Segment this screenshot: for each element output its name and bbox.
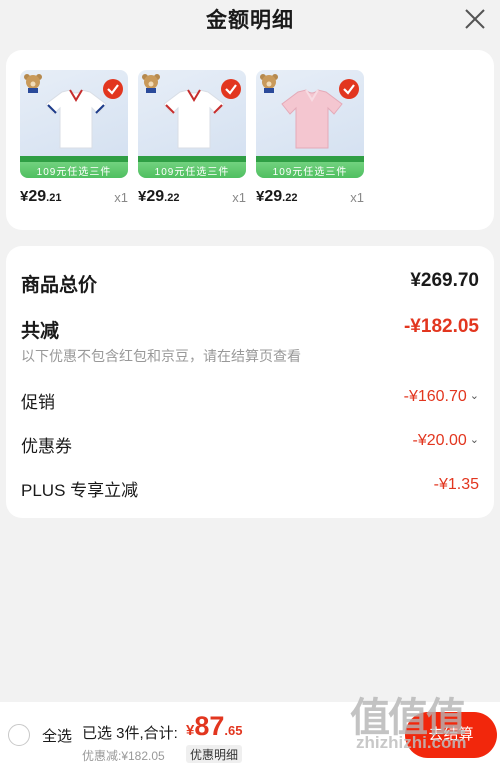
chevron-down-icon[interactable]: ⌄ (470, 433, 479, 446)
promo-text: 109元任选三件 (36, 167, 112, 178)
product-quantity: x1 (350, 190, 364, 205)
selected-check-icon[interactable] (102, 78, 124, 100)
polo-shirt-image (163, 89, 225, 149)
plus-discount-value: -¥1.35 (433, 476, 479, 493)
coupon-label: 优惠券 (21, 437, 72, 456)
product-image[interactable]: 109元任选三件 (138, 70, 246, 178)
checkout-button[interactable]: 去结算 (405, 712, 497, 758)
chevron-down-icon[interactable]: ⌄ (470, 389, 479, 402)
product-item[interactable]: 109元任选三件 ¥29.22 x1 (138, 70, 246, 210)
product-quantity: x1 (114, 190, 128, 205)
select-all-label[interactable]: 全选 (42, 725, 72, 746)
discount-detail-button[interactable]: 优惠明细 (186, 745, 243, 763)
selected-check-icon[interactable] (338, 78, 360, 100)
discount-total-text: 优惠减:¥182.05 (82, 749, 165, 763)
bear-logo-icon (260, 74, 278, 93)
promo-banner: 109元任选三件 (256, 156, 364, 178)
amount-detail-page: 金额明细 109元任选三件 ¥29.21 x1 109元任选三件 ¥29.22 … (0, 0, 500, 768)
product-quantity: x1 (232, 190, 246, 205)
product-price: ¥29.22 (138, 188, 180, 205)
total-price-value: ¥269.70 (410, 270, 479, 291)
promo-banner: 109元任选三件 (20, 156, 128, 178)
promotion-row[interactable]: 促销 -¥160.70 ⌄ (21, 388, 479, 412)
bear-logo-icon (24, 74, 42, 93)
total-price-row: 商品总价 ¥269.70 (21, 270, 479, 296)
promotion-label: 促销 (21, 393, 55, 412)
product-image[interactable]: 109元任选三件 (20, 70, 128, 178)
selected-check-icon[interactable] (220, 78, 242, 100)
select-all-checkbox[interactable] (8, 724, 30, 746)
promotion-value: -¥160.70 ⌄ (403, 388, 479, 405)
coupon-row[interactable]: 优惠券 -¥20.00 ⌄ (21, 432, 479, 456)
reduce-label: 共减 (21, 321, 60, 342)
selected-count-text: 已选 3件,合计: (82, 725, 178, 742)
close-icon[interactable] (462, 6, 488, 32)
bear-logo-icon (142, 74, 160, 93)
summary-card: 商品总价 ¥269.70 共减 -¥182.05 以下优惠不包含红包和京豆，请在… (6, 246, 494, 518)
promo-banner: 109元任选三件 (138, 156, 246, 178)
coupon-value: -¥20.00 ⌄ (412, 432, 479, 449)
bottom-checkout-bar: 全选 已选 3件,合计: ¥87.65 优惠减:¥182.05 优惠明细 去结算 (0, 702, 500, 768)
product-image[interactable]: 109元任选三件 (256, 70, 364, 178)
product-price: ¥29.22 (256, 188, 298, 205)
plus-discount-row: PLUS 专享立减 -¥1.35 (21, 476, 479, 500)
product-price: ¥29.21 (20, 188, 62, 205)
page-title: 金额明细 (206, 9, 294, 32)
product-item[interactable]: 109元任选三件 ¥29.22 x1 (256, 70, 364, 210)
plus-discount-label: PLUS 专享立减 (21, 481, 139, 500)
discount-note: 以下优惠不包含红包和京豆，请在结算页查看 (21, 348, 301, 364)
promo-text: 109元任选三件 (154, 167, 230, 178)
reduce-value: -¥182.05 (403, 316, 479, 337)
product-card: 109元任选三件 ¥29.21 x1 109元任选三件 ¥29.22 x1 10… (6, 50, 494, 230)
polo-shirt-image (281, 89, 343, 149)
header: 金额明细 (0, 0, 500, 40)
total-amount: ¥87.65 (186, 711, 243, 741)
promo-text: 109元任选三件 (272, 167, 348, 178)
reduce-row: 共减 -¥182.05 (21, 316, 479, 342)
total-price-label: 商品总价 (21, 275, 98, 296)
product-item[interactable]: 109元任选三件 ¥29.21 x1 (20, 70, 128, 210)
polo-shirt-image (45, 89, 107, 149)
